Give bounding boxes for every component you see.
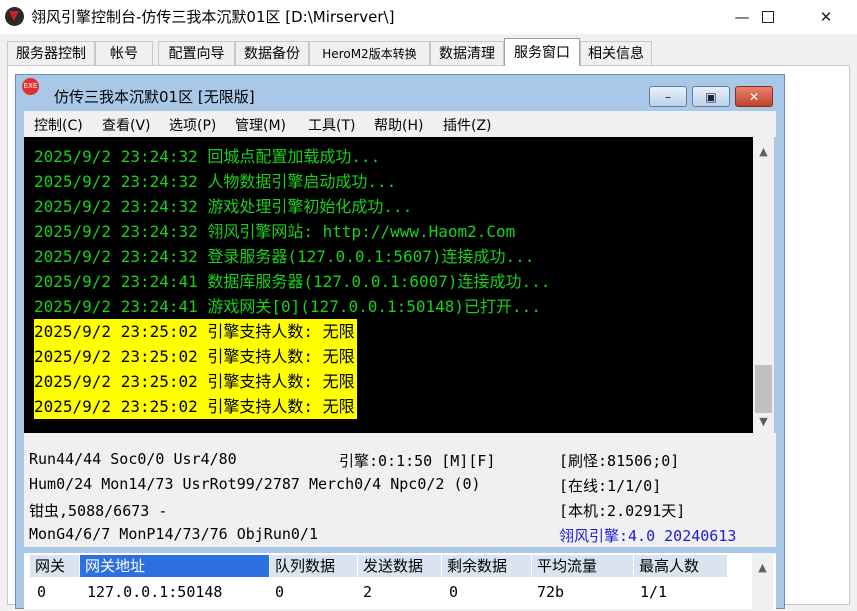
- window-title: 翎风引擎控制台-仿传三我本沉默01区 [D:\Mirserver\]: [31, 8, 395, 26]
- status-version: 翎风引擎:4.0 20240613: [559, 527, 737, 545]
- status-local: [本机:2.0291天]: [559, 502, 686, 520]
- column-header[interactable]: 最高人数: [634, 555, 728, 577]
- log-line: 2025/9/2 23:24:41 游戏网关[0](127.0.0.1:5014…: [34, 297, 541, 316]
- exe-icon: EXE: [22, 78, 39, 95]
- status-monster: [刷怪:81506;0]: [559, 452, 680, 470]
- column-header[interactable]: 发送数据: [358, 555, 442, 577]
- table-cell[interactable]: 0: [449, 583, 458, 601]
- scroll-up-icon[interactable]: ▲: [752, 557, 773, 577]
- inner-close-icon[interactable]: ✕: [735, 86, 773, 107]
- tab-account[interactable]: 帐号: [95, 41, 153, 65]
- column-header[interactable]: 剩余数据: [442, 555, 532, 577]
- log-console[interactable]: 2025/9/2 23:24:32 回城点配置加载成功... 2025/9/2 …: [24, 137, 753, 433]
- service-window-title: 仿传三我本沉默01区 [无限版]: [54, 88, 255, 106]
- column-header[interactable]: 网关: [30, 555, 80, 577]
- table-cell[interactable]: 1/1: [640, 583, 667, 601]
- table-cell[interactable]: 0: [275, 583, 284, 601]
- tab-herom2-convert[interactable]: HeroM2版本转换: [309, 41, 430, 65]
- tab-data-cleanup[interactable]: 数据清理: [430, 41, 504, 65]
- tab-server-control[interactable]: 服务器控制: [7, 41, 95, 65]
- menu-help[interactable]: 帮助(H): [374, 115, 423, 135]
- menu-tools[interactable]: 工具(T): [308, 115, 355, 135]
- status-bug: 钳虫,5088/6673 -: [29, 502, 168, 520]
- log-line-highlight: 2025/9/2 23:25:02 引擎支持人数: 无限: [34, 369, 357, 394]
- log-line: 2025/9/2 23:24:41 数据库服务器(127.0.0.1:6007)…: [34, 272, 551, 291]
- status-engine-time: 引擎:0:1:50 [M][F]: [339, 452, 496, 470]
- maximize-icon[interactable]: [745, 0, 791, 34]
- log-line: 2025/9/2 23:24:32 登录服务器(127.0.0.1:5607)连…: [34, 247, 535, 266]
- table-cell[interactable]: 2: [363, 583, 372, 601]
- menu-options[interactable]: 选项(P): [169, 115, 216, 135]
- gateway-table[interactable]: 网关 网关地址 队列数据 发送数据 剩余数据 平均流量 最高人数 0 127.0…: [24, 553, 776, 609]
- table-scrollbar[interactable]: ▲: [752, 553, 773, 609]
- log-line: 2025/9/2 23:24:32 游戏处理引擎初始化成功...: [34, 197, 413, 216]
- menu-bar: 控制(C) 查看(V) 选项(P) 管理(M) 工具(T) 帮助(H) 插件(Z…: [24, 111, 776, 137]
- table-cell[interactable]: 0: [37, 583, 46, 601]
- app-logo-icon: [5, 7, 24, 26]
- tab-config-wizard[interactable]: 配置向导: [158, 41, 235, 65]
- inner-restore-icon[interactable]: ▣: [692, 86, 730, 107]
- scroll-up-icon[interactable]: ▲: [753, 141, 774, 161]
- menu-manage[interactable]: 管理(M): [235, 115, 286, 135]
- log-scrollbar[interactable]: ▲ ▼: [753, 137, 774, 433]
- log-line-highlight: 2025/9/2 23:25:02 引擎支持人数: 无限: [34, 394, 357, 419]
- scroll-thumb[interactable]: [755, 365, 772, 413]
- log-line: 2025/9/2 23:24:32 回城点配置加载成功...: [34, 147, 381, 166]
- menu-plugins[interactable]: 插件(Z): [443, 115, 492, 135]
- close-icon[interactable]: ✕: [803, 0, 849, 34]
- column-header[interactable]: 网关地址: [80, 555, 270, 577]
- tab-related-info[interactable]: 相关信息: [580, 41, 652, 65]
- status-online: [在线:1/1/0]: [559, 477, 662, 495]
- column-header[interactable]: 队列数据: [270, 555, 358, 577]
- inner-minimize-icon[interactable]: –: [649, 86, 687, 107]
- tab-service-window[interactable]: 服务窗口: [504, 38, 580, 66]
- status-panel: Run44/44 Soc0/0 Usr4/80 引擎:0:1:50 [M][F]…: [24, 433, 776, 547]
- status-run: Run44/44 Soc0/0 Usr4/80: [29, 450, 237, 468]
- menu-control[interactable]: 控制(C): [34, 115, 83, 135]
- table-cell[interactable]: 72b: [537, 583, 564, 601]
- menu-view[interactable]: 查看(V): [102, 115, 151, 135]
- table-cell[interactable]: 127.0.0.1:50148: [87, 583, 222, 601]
- log-line: 2025/9/2 23:24:32 翎风引擎网站: http://www.Hao…: [34, 222, 516, 241]
- scroll-down-icon[interactable]: ▼: [753, 411, 774, 431]
- log-line: 2025/9/2 23:24:32 人物数据引擎启动成功...: [34, 172, 397, 191]
- column-header[interactable]: 平均流量: [532, 555, 634, 577]
- status-mong: MonG4/6/7 MonP14/73/76 ObjRun0/1: [29, 525, 318, 543]
- tab-data-backup[interactable]: 数据备份: [235, 41, 309, 65]
- status-hum: Hum0/24 Mon14/73 UsrRot99/2787 Merch0/4 …: [29, 475, 481, 493]
- log-line-highlight: 2025/9/2 23:25:02 引擎支持人数: 无限: [34, 344, 357, 369]
- log-line-highlight: 2025/9/2 23:25:02 引擎支持人数: 无限: [34, 319, 357, 344]
